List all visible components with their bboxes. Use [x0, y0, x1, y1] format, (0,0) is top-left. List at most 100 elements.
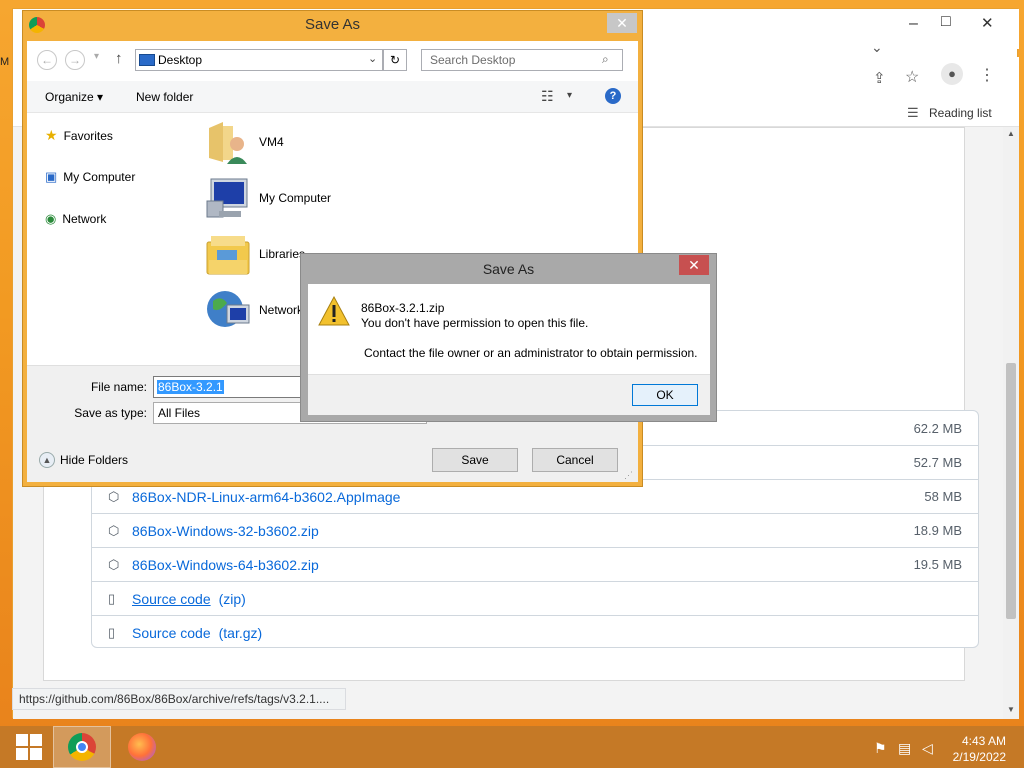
package-icon: ⬡ — [108, 556, 120, 572]
address-box[interactable]: Desktop ⌄ — [135, 49, 383, 71]
maximize-button[interactable]: □ — [941, 13, 951, 31]
asset-row[interactable]: ▯ Source code (tar.gz) — [92, 615, 978, 649]
network-status-icon[interactable]: ▤ — [898, 740, 911, 757]
file-item-my-computer[interactable]: My Computer — [205, 175, 331, 221]
dialog-close-button[interactable]: ✕ — [607, 13, 637, 33]
file-item-vm4[interactable]: VM4 — [205, 119, 284, 165]
error-button-area: OK — [308, 374, 710, 415]
asset-name[interactable]: Source code — [132, 591, 211, 607]
bookmark-star-icon[interactable]: ☆ — [905, 67, 919, 87]
start-button[interactable] — [0, 726, 58, 768]
resize-grip-icon[interactable]: ⋰ — [624, 470, 633, 481]
permission-error-dialog: Save As ✕ 86Box-3.2.1.zip You don't have… — [300, 253, 717, 422]
libraries-icon — [205, 231, 251, 277]
save-button[interactable]: Save — [432, 448, 518, 472]
minimize-button[interactable]: – — [909, 15, 918, 33]
action-center-flag-icon[interactable]: ⚑ — [874, 740, 887, 757]
taskbar-firefox-button[interactable] — [113, 726, 171, 768]
error-dialog-body: 86Box-3.2.1.zip You don't have permissio… — [308, 284, 710, 415]
reading-list-icon[interactable]: ☰ — [907, 105, 919, 121]
cancel-button[interactable]: Cancel — [532, 448, 618, 472]
clock-time: 4:43 AM — [961, 734, 1006, 748]
file-zip-icon: ▯ — [108, 590, 116, 606]
ok-button[interactable]: OK — [632, 384, 698, 406]
new-folder-button[interactable]: New folder — [136, 90, 193, 104]
volume-muted-icon[interactable]: ◁ — [922, 740, 933, 757]
search-input[interactable]: Search Desktop ⌕ — [421, 49, 623, 71]
desktop-icon — [139, 54, 155, 66]
file-name-value: 86Box-3.2.1 — [157, 380, 224, 394]
share-icon[interactable]: ⇪ — [873, 69, 886, 87]
clock-date: 2/19/2022 — [952, 750, 1006, 764]
save-type-label: Save as type: — [74, 406, 147, 420]
asset-name[interactable]: Source code — [132, 625, 211, 641]
reading-list-label[interactable]: Reading list — [929, 106, 992, 120]
scroll-down-icon[interactable]: ▼ — [1007, 705, 1015, 714]
link-status-bar: https://github.com/86Box/86Box/archive/r… — [12, 688, 346, 710]
menu-fragment: M — [0, 56, 10, 68]
nav-item-favorites[interactable]: ★ Favorites — [45, 127, 113, 144]
asset-name[interactable]: 86Box-Windows-32-b3602.zip — [132, 523, 319, 539]
recent-chevron-icon[interactable]: ▾ — [94, 51, 99, 62]
error-filename: 86Box-3.2.1.zip — [361, 301, 445, 315]
hide-folders-button[interactable]: ▲ Hide Folders — [39, 452, 128, 468]
dialog-titlebar[interactable]: Save As ✕ — [23, 11, 642, 41]
network-icon — [205, 287, 251, 333]
file-item-network[interactable]: Network — [205, 287, 303, 333]
computer-icon — [205, 175, 251, 221]
menu-kebab-icon[interactable]: ⋮ — [979, 65, 995, 85]
chevron-up-icon: ▲ — [39, 452, 55, 468]
network-icon: ◉ — [45, 211, 57, 226]
error-dialog-title: Save As — [482, 261, 535, 277]
error-dialog-close-button[interactable]: ✕ — [679, 255, 709, 275]
firefox-icon — [128, 733, 156, 761]
taskbar-chrome-button[interactable] — [53, 726, 111, 768]
file-item-label: My Computer — [259, 191, 332, 205]
error-message: You don't have permission to open this f… — [361, 316, 589, 330]
view-dropdown-icon[interactable]: ▾ — [567, 90, 572, 101]
asset-size: 58 MB — [924, 489, 962, 504]
navigation-pane: ★ Favorites ▣ My Computer ◉ Network — [27, 113, 197, 365]
back-button[interactable]: ← — [37, 50, 57, 70]
asset-row[interactable]: ▯ Source code (zip) — [92, 581, 978, 615]
file-name-label: File name: — [90, 380, 147, 394]
package-icon: ⬡ — [108, 488, 120, 504]
package-icon: ⬡ — [108, 522, 120, 538]
up-button[interactable]: ↑ — [115, 50, 123, 67]
system-clock[interactable]: 4:43 AM 2/19/2022 — [953, 733, 1006, 765]
taskbar: ⚑ ▤ ◁ — [0, 726, 1024, 768]
scroll-thumb[interactable] — [1006, 363, 1016, 619]
asset-size: 52.7 MB — [913, 455, 962, 470]
organize-button[interactable]: Organize ▾ — [45, 90, 103, 104]
nav-item-network[interactable]: ◉ Network — [45, 211, 106, 227]
dialog-title: Save As — [304, 16, 361, 33]
page-scrollbar[interactable]: ▲ ▼ — [1003, 127, 1019, 719]
view-options-icon[interactable]: ☷ — [541, 88, 554, 105]
warning-icon — [318, 296, 350, 326]
star-icon: ★ — [45, 127, 58, 143]
scroll-up-icon[interactable]: ▲ — [1007, 129, 1015, 138]
asset-size: 19.5 MB — [913, 557, 962, 572]
asset-size: 18.9 MB — [913, 523, 962, 538]
address-dropdown-icon[interactable]: ⌄ — [368, 52, 377, 65]
file-item-label: VM4 — [259, 135, 284, 149]
asset-name[interactable]: 86Box-NDR-Linux-arm64-b3602.AppImage — [132, 489, 400, 505]
asset-name[interactable]: 86Box-Windows-64-b3602.zip — [132, 557, 319, 573]
refresh-button[interactable]: ↻ — [383, 49, 407, 71]
asset-row[interactable]: ⬡ 86Box-Windows-32-b3602.zip 18.9 MB — [92, 513, 978, 547]
hide-folders-label: Hide Folders — [60, 453, 129, 467]
help-icon[interactable]: ? — [605, 88, 621, 104]
profile-avatar-icon[interactable]: ● — [941, 63, 963, 85]
nav-item-my-computer[interactable]: ▣ My Computer — [45, 169, 135, 185]
file-item-libraries[interactable]: Libraries — [205, 231, 305, 277]
user-folder-icon — [205, 119, 251, 165]
chrome-icon — [68, 733, 96, 761]
close-button[interactable]: ✕ — [981, 14, 994, 32]
navigation-bar: ← → ▾ ↑ Desktop ⌄ ↻ Search Desktop ⌕ — [27, 41, 638, 81]
forward-button[interactable]: → — [65, 50, 85, 70]
address-location: Desktop — [158, 53, 203, 67]
asset-suffix[interactable]: (zip) — [219, 591, 246, 607]
tab-search-chevron-icon[interactable]: ⌄ — [871, 39, 883, 56]
asset-suffix[interactable]: (tar.gz) — [219, 625, 263, 641]
asset-row[interactable]: ⬡ 86Box-Windows-64-b3602.zip 19.5 MB — [92, 547, 978, 581]
